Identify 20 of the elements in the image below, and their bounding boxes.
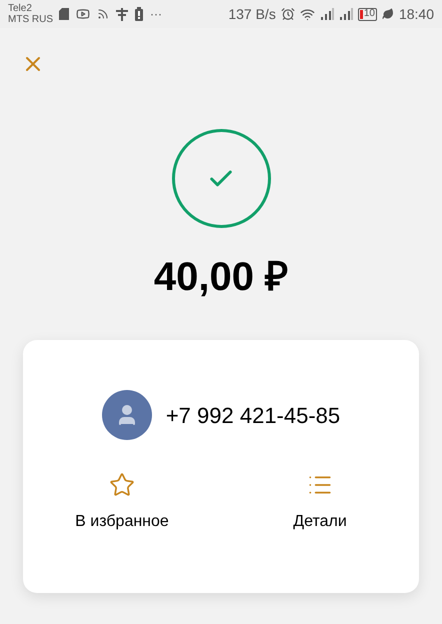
wifi-icon [300,6,315,22]
amount-label: 40,00 ₽ [154,254,288,301]
battery-alert-icon [135,7,143,21]
action-button[interactable]: Детали [221,472,419,534]
leaf-icon [382,8,394,20]
carrier-label: MTS RUS [8,14,53,25]
signal-icon [320,8,334,20]
clock-time: 18:40 [398,4,434,24]
alarm-icon [280,7,295,21]
phone-number: +7 992 421-45-85 [166,402,340,430]
action-button[interactable]: В избранное [23,472,221,534]
feed-icon [97,8,109,20]
signal-icon [338,8,353,20]
carrier-label: Tele2 [8,3,33,14]
sim-icon [59,8,69,20]
more-notifications: ··· [150,6,162,23]
network-speed: 137 B/s [228,4,276,24]
star-icon [109,472,135,498]
video-icon [76,7,90,21]
battery-indicator: 10 [358,8,377,20]
